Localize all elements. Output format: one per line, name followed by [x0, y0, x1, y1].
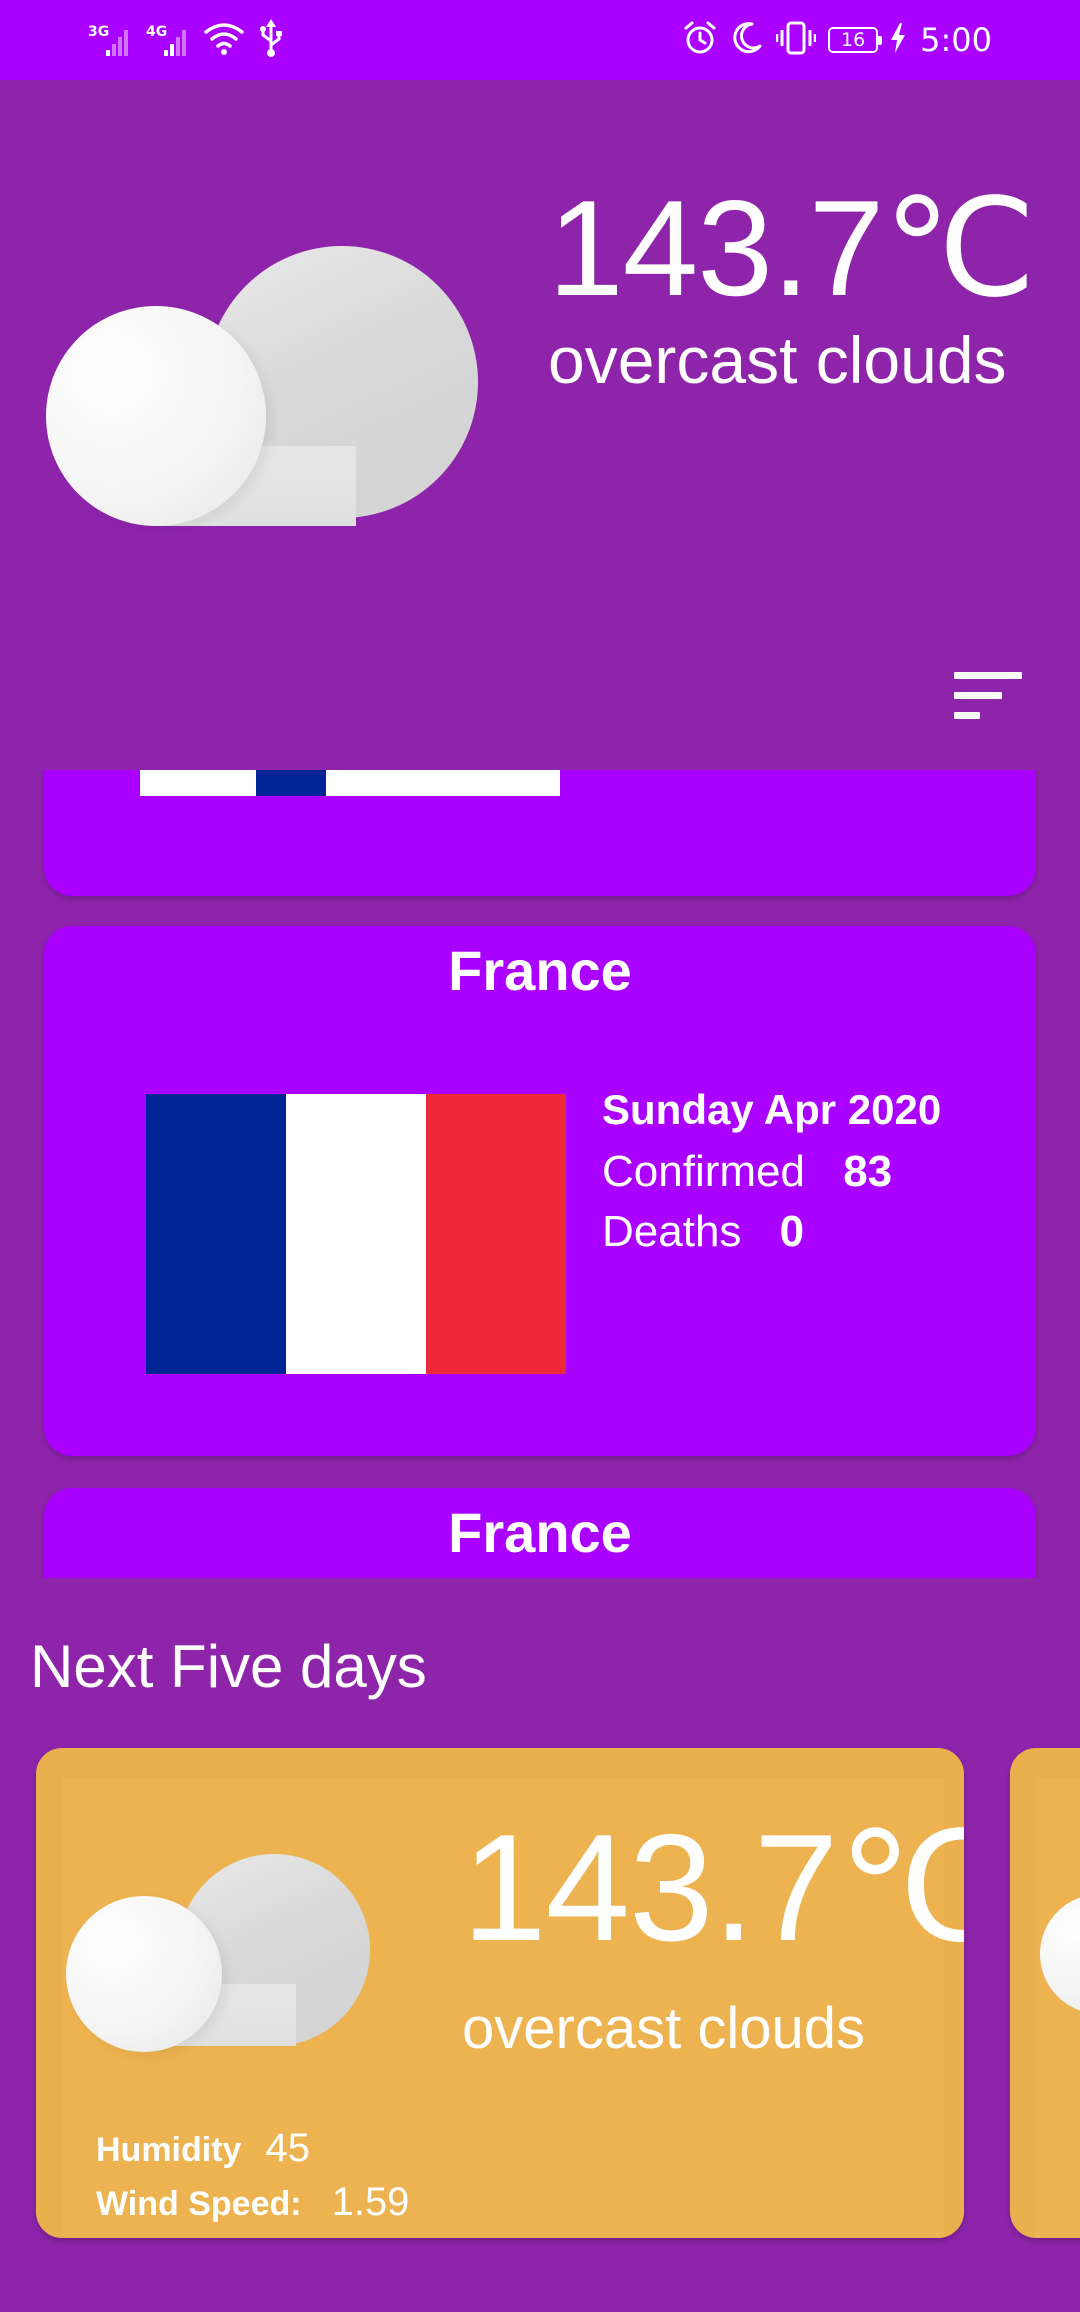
status-bar-right: 16 5:00 — [682, 16, 992, 64]
forecast-card[interactable]: 143.7℃ overcast clouds Humidity 45 Wind … — [36, 1748, 964, 2238]
battery-icon: 16 — [828, 27, 883, 53]
country-flag — [146, 1094, 566, 1374]
status-bar: 3G 4G 16 5:00 — [0, 0, 1080, 80]
cloud-icon — [66, 1854, 372, 2054]
next-five-days-title: Next Five days — [30, 1633, 427, 1700]
forecast-weather-description: overcast clouds — [462, 1996, 865, 2061]
country-cards-list[interactable]: France Sunday Apr 2020 Confirmed 83 Deat… — [0, 770, 1080, 1578]
clock: 5:00 — [920, 21, 992, 59]
deaths-row: Deaths 0 — [602, 1206, 804, 1258]
signal-icon: 3G — [88, 20, 132, 60]
country-card[interactable]: France — [44, 1488, 1036, 1578]
moon-icon — [730, 20, 764, 61]
deaths-value: 0 — [779, 1207, 805, 1256]
country-card[interactable] — [44, 770, 1036, 896]
forecast-temperature: 143.7℃ — [462, 1803, 964, 1973]
flag-white-stripe — [286, 1094, 426, 1374]
current-weather-description: overcast clouds — [548, 323, 1007, 397]
report-date-text: Sunday Apr 2020 — [602, 1086, 942, 1133]
forecast-card[interactable] — [1010, 1748, 1080, 2238]
country-name: France — [448, 939, 632, 1002]
wind-speed-value: 1.59 — [331, 2180, 410, 2224]
humidity-row: Humidity 45 — [96, 2126, 310, 2171]
confirmed-row: Confirmed 83 — [602, 1146, 892, 1198]
current-temperature: 143.7℃ — [548, 172, 1036, 324]
sort-icon[interactable] — [954, 670, 1026, 720]
flag-red-stripe — [426, 1094, 566, 1374]
wifi-icon — [204, 20, 244, 61]
network-type-label: 3G — [88, 24, 110, 40]
wind-speed-row: Wind Speed: 1.59 — [96, 2180, 409, 2225]
charging-icon — [890, 22, 906, 58]
humidity-value: 45 — [265, 2126, 310, 2170]
network-type-label: 4G — [146, 24, 168, 40]
alarm-icon — [682, 20, 718, 61]
country-flag — [140, 770, 560, 796]
status-bar-left: 3G 4G — [88, 18, 284, 62]
cloud-icon — [46, 246, 478, 526]
country-name: France — [448, 1501, 632, 1564]
deaths-label: Deaths — [602, 1207, 742, 1256]
report-date: Sunday Apr 2020 — [602, 1084, 941, 1136]
battery-level: 16 — [841, 29, 866, 51]
usb-icon — [258, 18, 284, 62]
confirmed-label: Confirmed — [602, 1147, 805, 1196]
country-card[interactable]: France Sunday Apr 2020 Confirmed 83 Deat… — [44, 926, 1036, 1456]
vibrate-icon — [775, 20, 817, 61]
humidity-label: Humidity — [96, 2131, 242, 2169]
wind-speed-label: Wind Speed: — [96, 2185, 302, 2223]
flag-blue-stripe — [146, 1094, 286, 1374]
signal-icon: 4G — [146, 20, 190, 60]
confirmed-value: 83 — [843, 1147, 893, 1196]
